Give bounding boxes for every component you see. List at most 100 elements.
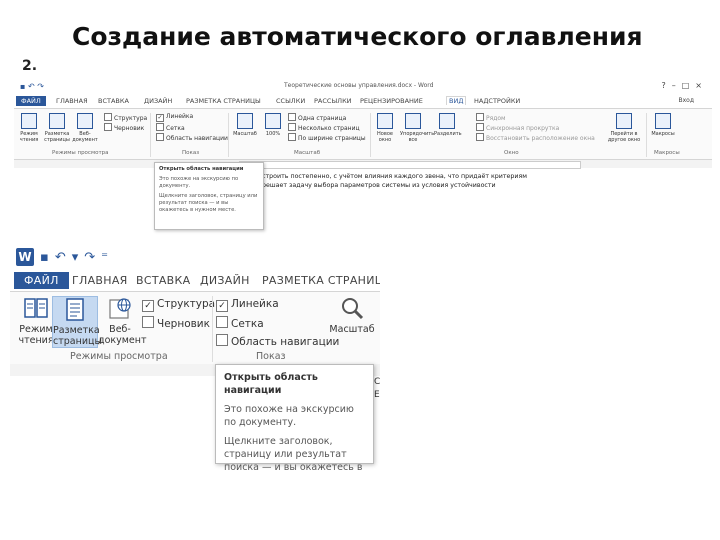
navigation-pane-checkbox[interactable]: Область навигации <box>156 133 228 142</box>
side-by-side-button[interactable]: Рядом <box>476 113 506 122</box>
tab-layout[interactable]: РАЗМЕТКА СТРАНИЦЫ <box>262 274 380 287</box>
ribbon-view: Режим чтения Разметка страницы Веб-докумен… <box>10 291 380 365</box>
tab-file[interactable]: ФАЙЛ <box>16 96 46 106</box>
read-mode-label-2: чтения <box>18 335 54 346</box>
tab-references[interactable]: ССЫЛКИ <box>276 97 305 105</box>
draft-label: Черновик <box>114 125 145 132</box>
gridlines-label: Сетка <box>231 318 264 330</box>
web-layout-icon <box>109 298 131 319</box>
tab-addins[interactable]: НАДСТРОЙКИ <box>474 97 520 105</box>
word-app-icon: W <box>16 248 34 266</box>
maximize-icon[interactable]: □ <box>682 81 696 90</box>
tooltip-line1: Это похоже на экскурсию по документу. <box>159 176 239 189</box>
reset-window-label: Восстановить расположение окна <box>486 135 595 142</box>
read-mode-icon <box>21 113 37 129</box>
redo-icon[interactable]: ↷ <box>37 82 44 91</box>
minimize-icon[interactable]: – <box>672 81 682 90</box>
split-button[interactable]: Разделить <box>434 113 462 137</box>
tooltip-line2: Щелкните заголовок, страницу или результ… <box>159 193 258 213</box>
one-page-button[interactable]: Одна страница <box>288 113 346 122</box>
tab-insert[interactable]: ВСТАВКА <box>136 274 190 287</box>
slide-title: Создание автоматического оглавления <box>72 22 643 51</box>
print-layout-button[interactable]: Разметка страницы <box>52 296 102 348</box>
save-icon[interactable]: ▪ <box>20 82 25 91</box>
reset-window-position-button[interactable]: Восстановить расположение окна <box>476 133 595 142</box>
ruler-checkbox[interactable]: ✓ Линейка <box>216 298 279 312</box>
document-edge-text: СЕ <box>374 376 380 402</box>
tab-mailings[interactable]: РАССЫЛКИ <box>314 97 352 105</box>
save-icon[interactable]: ▪ <box>40 250 49 265</box>
side-by-side-label: Рядом <box>486 115 506 122</box>
tab-home[interactable]: ГЛАВНАЯ <box>56 97 88 105</box>
web-layout-button[interactable]: Веб-документ <box>98 296 147 346</box>
web-layout-label: Веб-документ <box>72 131 98 143</box>
tab-file[interactable]: ФАЙЛ <box>14 272 69 289</box>
group-macros-label: Макросы <box>654 150 680 156</box>
zoom-button[interactable]: Масштаб <box>326 296 378 335</box>
tooltip-line2: Щелкните заголовок, страницу или результ… <box>224 436 363 470</box>
redo-icon[interactable]: ↷ <box>84 250 95 265</box>
customize-toolbar-icon[interactable]: ⁼ <box>101 250 108 265</box>
edge-char: С <box>374 377 380 387</box>
macros-button[interactable]: Макросы <box>650 113 676 137</box>
checkbox-box <box>104 123 112 131</box>
sign-in-link[interactable]: Вход <box>679 97 695 104</box>
web-layout-label-1: Веб- <box>109 324 131 335</box>
page-width-button[interactable]: По ширине страницы <box>288 133 366 142</box>
print-layout-button[interactable]: Разметка страницы <box>44 113 70 143</box>
checkbox-box <box>156 133 164 141</box>
synchronous-scrolling-icon <box>476 123 484 131</box>
arrange-all-button[interactable]: Упорядочить все <box>400 113 434 143</box>
tab-design[interactable]: ДИЗАЙН <box>144 97 172 105</box>
draft-checkbox[interactable]: Черновик <box>142 316 210 330</box>
new-window-button[interactable]: Новое окно <box>372 113 398 143</box>
print-layout-icon <box>66 298 84 321</box>
window-title: Теоретические основы управления.docx - W… <box>284 82 434 89</box>
multiple-pages-button[interactable]: Несколько страниц <box>288 123 360 132</box>
synchronous-scrolling-button[interactable]: Синхронная прокрутка <box>476 123 559 132</box>
tab-insert[interactable]: ВСТАВКА <box>98 97 129 105</box>
draft-checkbox[interactable]: Черновик <box>104 123 144 132</box>
tab-review[interactable]: РЕЦЕНЗИРОВАНИЕ <box>360 97 423 105</box>
macros-label: Макросы <box>651 131 675 137</box>
close-icon[interactable]: × <box>695 81 708 90</box>
zoom-button[interactable]: Масштаб <box>232 113 258 137</box>
synchronous-scrolling-label: Синхронная прокрутка <box>486 125 560 132</box>
read-mode-label: Режим чтения <box>19 131 39 143</box>
navigation-pane-checkbox[interactable]: Область навигации <box>216 334 339 348</box>
ruler-label: Линейка <box>231 298 279 310</box>
switch-windows-button[interactable]: Перейти в другое окно <box>604 113 644 143</box>
undo-icon[interactable]: ↶ <box>55 250 66 265</box>
tooltip-title: Открыть область навигации <box>159 166 244 172</box>
outline-checkbox[interactable]: Структура <box>104 113 147 122</box>
outline-checkbox[interactable]: ✓ Структура <box>142 298 215 312</box>
group-divider <box>150 113 151 157</box>
new-window-icon <box>377 113 393 129</box>
tab-layout[interactable]: РАЗМЕТКА СТРАНИЦЫ <box>186 97 261 105</box>
switch-windows-label: Перейти в другое окно <box>607 131 641 143</box>
gridlines-checkbox[interactable]: Сетка <box>216 316 264 330</box>
gridlines-checkbox[interactable]: Сетка <box>156 123 185 132</box>
tab-home[interactable]: ГЛАВНАЯ <box>72 274 128 287</box>
group-zoom-label: Масштаб <box>294 150 321 156</box>
macros-icon <box>655 113 671 129</box>
multiple-pages-label: Несколько страниц <box>298 125 360 132</box>
ruler-checkbox[interactable]: ✓ Линейка <box>156 113 193 122</box>
help-icon[interactable]: ? <box>661 81 671 90</box>
web-layout-button[interactable]: Веб-документ <box>72 113 98 143</box>
slide-number: 2. <box>22 58 38 74</box>
group-divider <box>212 296 213 362</box>
undo-icon[interactable]: ↶ <box>28 82 35 91</box>
outline-label: Структура <box>114 115 148 122</box>
ribbon-tabs: ФАЙЛ ГЛАВНАЯ ВСТАВКА ДИЗАЙН РАЗМЕТКА СТР… <box>10 272 380 290</box>
document-line: строить постепенно, с учётом влияния каж… <box>262 173 528 180</box>
tab-view[interactable]: ВИД <box>446 96 467 105</box>
print-layout-icon <box>49 113 65 129</box>
split-label: Разделить <box>434 131 462 137</box>
read-mode-button[interactable]: Режим чтения <box>16 113 42 143</box>
zoom-100-button[interactable]: 100% <box>260 113 286 137</box>
horizontal-ruler[interactable] <box>14 160 712 169</box>
document-body[interactable]: строить постепенно, с учётом влияния каж… <box>262 172 527 190</box>
dropdown-icon[interactable]: ▾ <box>72 250 79 265</box>
tab-design[interactable]: ДИЗАЙН <box>200 274 250 287</box>
